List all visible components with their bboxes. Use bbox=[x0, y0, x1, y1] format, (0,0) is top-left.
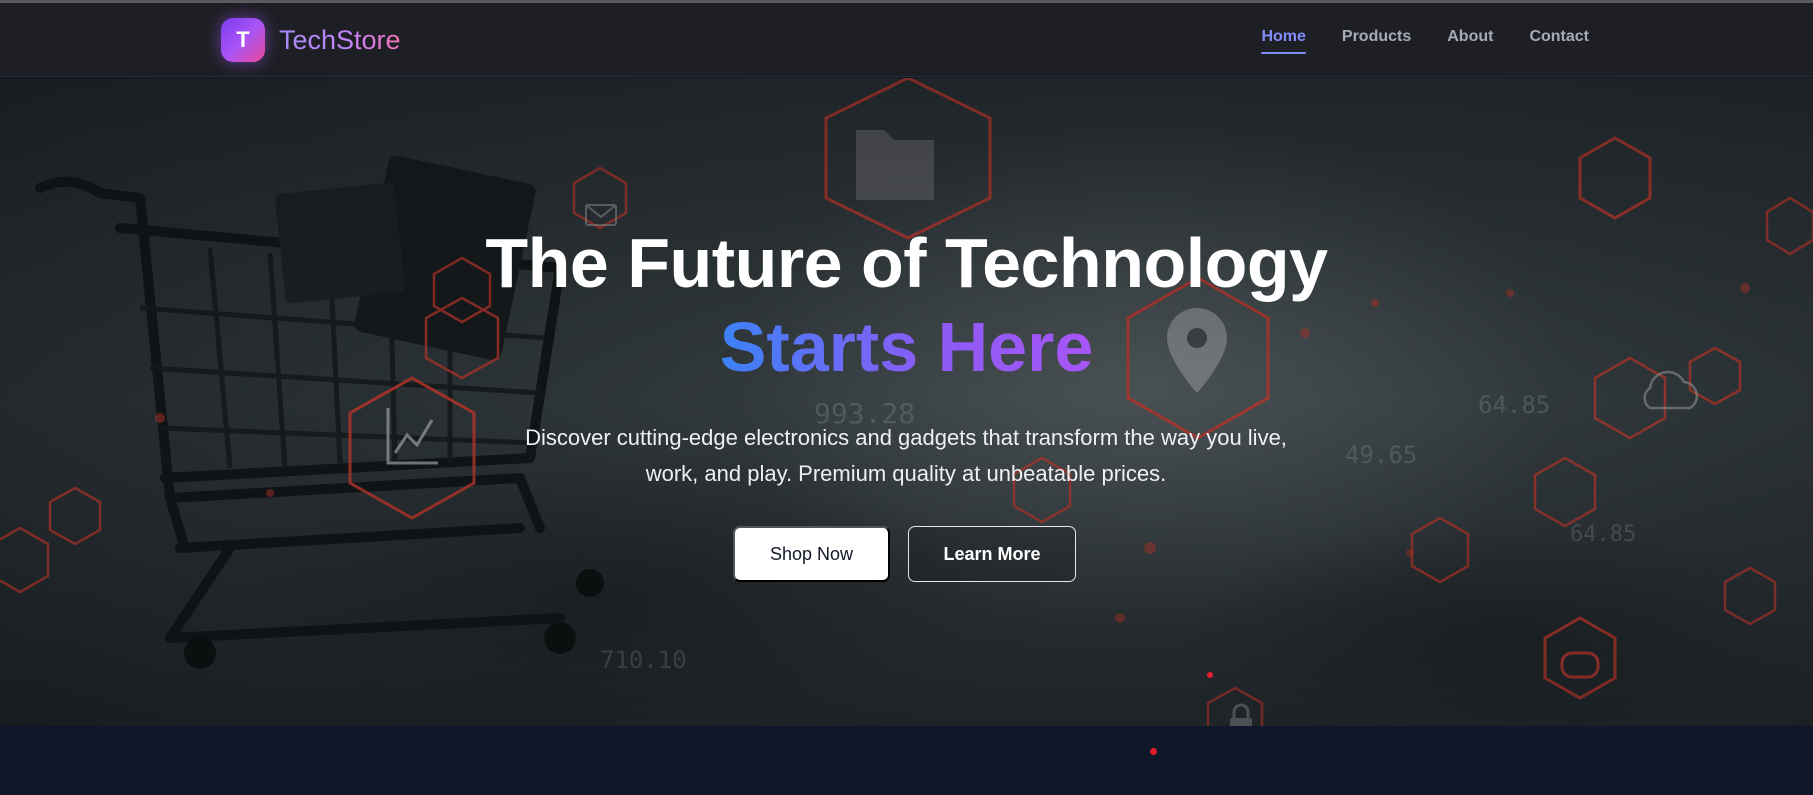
nav-link-products[interactable]: Products bbox=[1342, 24, 1411, 56]
hero-section: 993.28 49.65 64.85 710.10 64.85 The Futu… bbox=[0, 78, 1813, 726]
nav-link-home[interactable]: Home bbox=[1261, 24, 1307, 56]
decorative-dot bbox=[1150, 748, 1157, 755]
brand-logo-link[interactable]: T TechStore bbox=[221, 18, 401, 62]
nav-link-contact[interactable]: Contact bbox=[1529, 24, 1589, 56]
hero-description: Discover cutting-edge electronics and ga… bbox=[525, 425, 1287, 486]
brand-name: TechStore bbox=[279, 24, 401, 55]
next-section-strip bbox=[0, 726, 1813, 795]
hero-subtitle-text: Starts Here bbox=[719, 308, 1094, 386]
hero-content: The Future of Technology Starts Here Dis… bbox=[0, 78, 1813, 726]
nav-link-about[interactable]: About bbox=[1447, 24, 1493, 56]
decorative-dot bbox=[1207, 672, 1213, 678]
learn-more-button[interactable]: Learn More bbox=[908, 526, 1076, 582]
hero-title: The Future of Technology bbox=[485, 224, 1328, 302]
logo-icon: T bbox=[221, 18, 265, 62]
shop-now-button[interactable]: Shop Now bbox=[733, 526, 890, 582]
logo-letter: T bbox=[236, 27, 250, 52]
nav-links: Home Products About Contact bbox=[1261, 3, 1589, 77]
navbar: T TechStore Home Products About Contact bbox=[0, 3, 1813, 77]
hero-subtitle: Starts Here bbox=[0, 312, 1813, 382]
